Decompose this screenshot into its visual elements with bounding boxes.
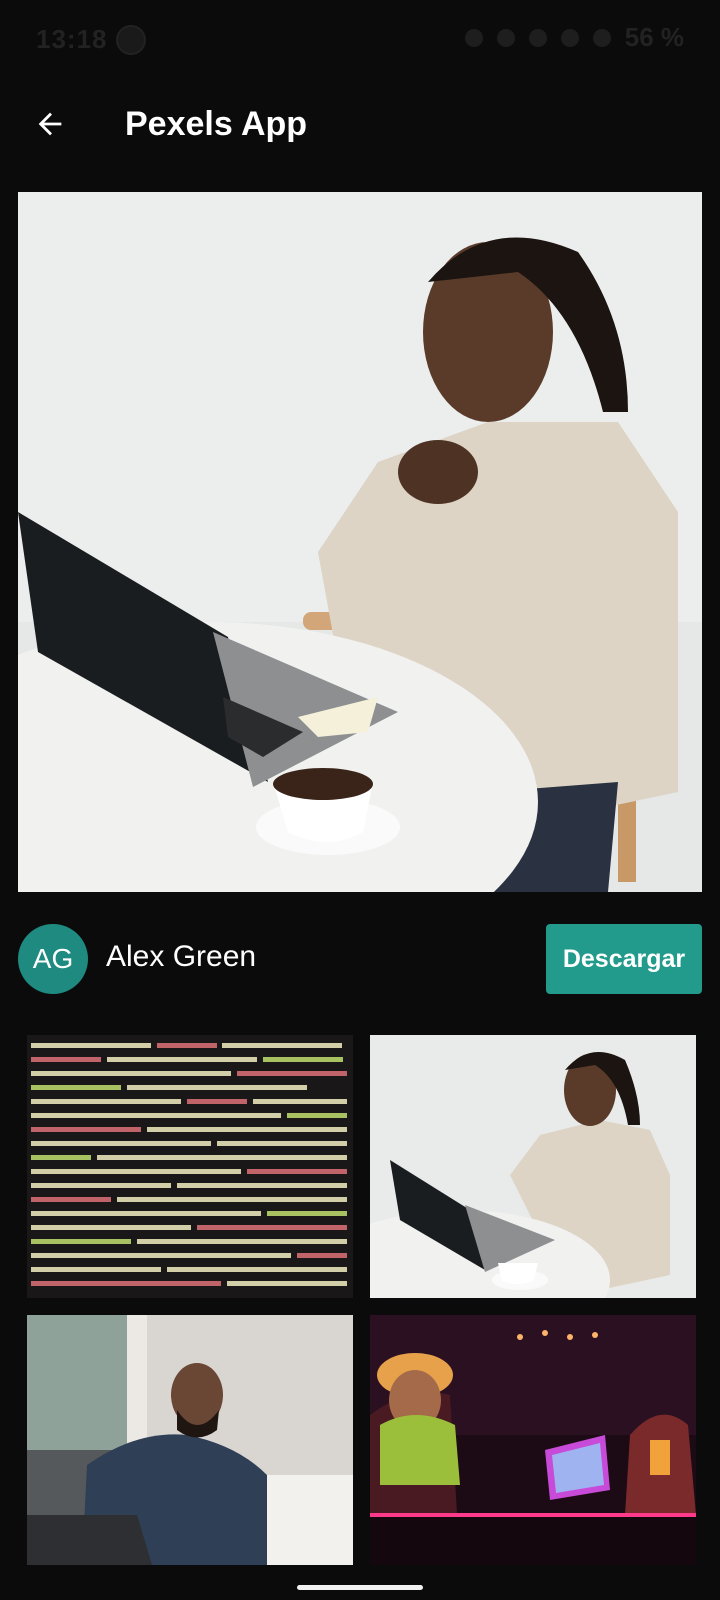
grid-tile-code[interactable] — [27, 1035, 353, 1298]
arrow-left-icon — [38, 112, 62, 136]
wifi-icon — [528, 28, 547, 47]
notification-app-icon — [116, 25, 146, 55]
battery-icon — [592, 28, 611, 47]
author-row: AG Alex Green Descargar — [18, 924, 702, 994]
grid-tile-man-laptop[interactable] — [370, 1035, 696, 1298]
grid-tile-neon-bar[interactable] — [370, 1315, 696, 1565]
app-bar: Pexels App — [0, 86, 720, 164]
mute-icon — [496, 28, 515, 47]
home-indicator[interactable] — [297, 1585, 423, 1590]
status-bar: 13:18 56 % — [0, 0, 720, 78]
grid-tile-man-typing[interactable] — [27, 1315, 353, 1565]
page-title: Pexels App — [125, 105, 308, 143]
back-button[interactable] — [26, 100, 74, 148]
location-icon — [464, 28, 483, 47]
avatar[interactable]: AG — [18, 924, 88, 994]
download-button[interactable]: Descargar — [546, 924, 702, 994]
status-time: 13:18 — [36, 24, 108, 54]
status-icons: 56 % — [464, 22, 684, 53]
hero-photo[interactable] — [18, 192, 702, 892]
signal-icon — [560, 28, 579, 47]
battery-percent: 56 % — [624, 22, 684, 52]
author-name[interactable]: Alex Green — [106, 940, 256, 974]
